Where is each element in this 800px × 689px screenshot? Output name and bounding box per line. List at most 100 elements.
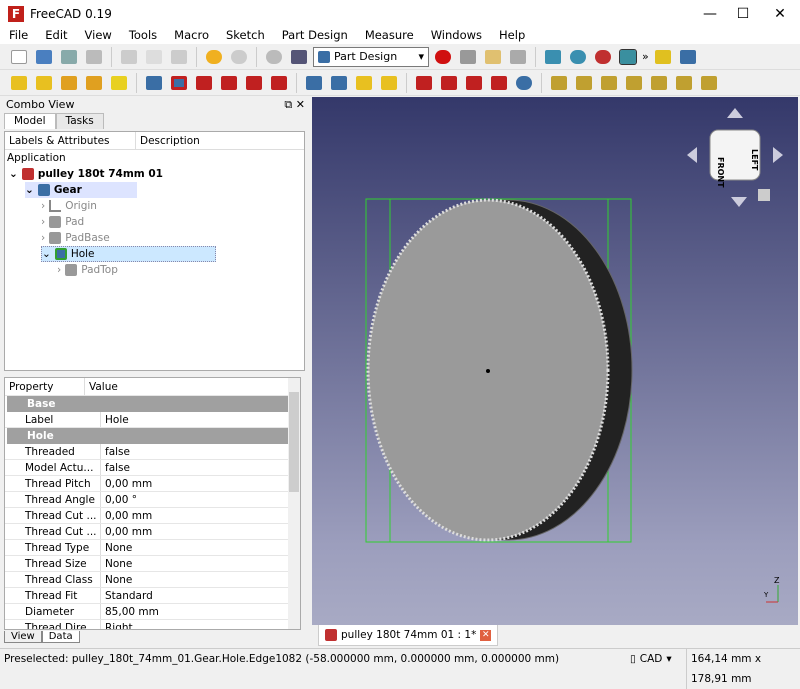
pocket-button[interactable] [143, 72, 165, 94]
menu-tools[interactable]: Tools [120, 28, 165, 44]
tree-document[interactable]: ⌄ pulley 180t 74mm 01 [9, 166, 163, 182]
measure-linear-button[interactable] [573, 72, 595, 94]
tree-item-padtop[interactable]: › PadTop [57, 262, 118, 278]
property-value[interactable]: 0,00 mm [101, 476, 152, 491]
menu-sketch[interactable]: Sketch [217, 28, 273, 44]
revolution-button[interactable] [33, 72, 55, 94]
save-button[interactable] [58, 46, 80, 68]
measure-clear-button[interactable] [623, 72, 645, 94]
navcube-arrow-left-icon[interactable] [687, 147, 697, 163]
property-value[interactable]: 85,00 mm [101, 604, 159, 619]
property-value[interactable]: None [101, 556, 132, 571]
menu-macro[interactable]: Macro [165, 28, 217, 44]
macro-stop-button[interactable] [457, 46, 479, 68]
hole-button[interactable] [168, 72, 190, 94]
linear-pattern-button[interactable] [328, 72, 350, 94]
view-isometric-button[interactable] [617, 46, 639, 68]
property-row[interactable]: Thread Angle 0,00 ° [5, 492, 288, 508]
subtractive-pipe-button[interactable] [243, 72, 265, 94]
menu-measure[interactable]: Measure [356, 28, 422, 44]
property-row[interactable]: Diameter 85,00 mm [5, 604, 288, 620]
close-button[interactable]: ✕ [762, 0, 798, 28]
undo-button[interactable] [203, 46, 225, 68]
open-button[interactable] [33, 46, 55, 68]
additive-loft-button[interactable] [58, 72, 80, 94]
property-value[interactable]: false [101, 460, 130, 475]
macro-edit-button[interactable] [482, 46, 504, 68]
subtractive-primitive-button[interactable] [268, 72, 290, 94]
chamfer-button[interactable] [438, 72, 460, 94]
menu-edit[interactable]: Edit [36, 28, 75, 44]
fillet-button[interactable] [413, 72, 435, 94]
navcube-menu-icon[interactable] [758, 189, 770, 201]
measure-toggle-button[interactable] [648, 72, 670, 94]
property-value[interactable]: None [101, 572, 132, 587]
property-row[interactable]: Thread Size None [5, 556, 288, 572]
mirrored-button[interactable] [303, 72, 325, 94]
tree-item-pad[interactable]: › Pad [41, 214, 84, 230]
property-row[interactable]: Thread Type None [5, 540, 288, 556]
menu-help[interactable]: Help [490, 28, 533, 44]
property-row[interactable]: Thread Dire... Right [5, 620, 288, 629]
paste-button[interactable] [168, 46, 190, 68]
navigation-cube[interactable]: FRONT LEFT [687, 108, 783, 207]
fit-selection-button[interactable] [567, 46, 589, 68]
refresh-button[interactable] [263, 46, 285, 68]
3d-viewport[interactable]: FRONT LEFT ZY [312, 97, 798, 625]
property-value[interactable]: 0,00 mm [101, 524, 152, 539]
close-tab-icon[interactable]: ✕ [480, 629, 492, 641]
pad-button[interactable] [8, 72, 30, 94]
menu-part-design[interactable]: Part Design [273, 28, 356, 44]
redo-button[interactable] [228, 46, 250, 68]
tree-item-origin[interactable]: › Origin [41, 198, 97, 214]
draft-button[interactable] [463, 72, 485, 94]
property-value[interactable]: Hole [101, 412, 129, 427]
measure-3d-button[interactable] [673, 72, 695, 94]
property-row[interactable]: Thread Cut ... 0,00 mm [5, 508, 288, 524]
new-button[interactable] [8, 46, 30, 68]
group-base[interactable]: Base [7, 396, 288, 412]
property-scrollbar[interactable] [288, 378, 300, 629]
tab-model[interactable]: Model [4, 113, 56, 129]
document-tab[interactable]: pulley 180t 74mm 01 : 1* ✕ [318, 625, 499, 646]
navcube-arrow-up-icon[interactable] [727, 108, 743, 118]
navigation-style-selector[interactable]: ▯ CAD ▾ [630, 649, 672, 669]
thickness-button[interactable] [488, 72, 510, 94]
menu-windows[interactable]: Windows [422, 28, 490, 44]
measure-button[interactable] [548, 72, 570, 94]
property-row[interactable]: Threaded false [5, 444, 288, 460]
property-value[interactable]: Right [101, 620, 133, 629]
tab-data[interactable]: Data [41, 631, 80, 643]
additive-primitive-button[interactable] [108, 72, 130, 94]
group-hole[interactable]: Hole [7, 428, 288, 444]
property-row[interactable]: Model Actu... false [5, 460, 288, 476]
property-row[interactable]: Label Hole [5, 412, 288, 428]
body-button[interactable] [677, 46, 699, 68]
copy-button[interactable] [143, 46, 165, 68]
property-value[interactable]: 0,00 ° [101, 492, 137, 507]
tab-view[interactable]: View [4, 631, 42, 643]
tree-body-gear[interactable]: ⌄ Gear [25, 182, 137, 198]
measure-angular-button[interactable] [598, 72, 620, 94]
boolean-button[interactable] [513, 72, 535, 94]
macro-record-button[interactable] [432, 46, 454, 68]
tree-item-hole[interactable]: ⌄ Hole [41, 246, 216, 262]
property-value[interactable]: 0,00 mm [101, 508, 152, 523]
navcube-arrow-down-icon[interactable] [731, 197, 747, 207]
property-row[interactable]: Thread Fit Standard [5, 588, 288, 604]
maximize-button[interactable]: ☐ [725, 0, 761, 28]
menu-file[interactable]: File [0, 28, 36, 44]
toolbar-overflow[interactable]: » [642, 50, 649, 63]
minimize-button[interactable]: — [692, 0, 728, 28]
whats-this-button[interactable] [288, 46, 310, 68]
property-row[interactable]: Thread Pitch 0,00 mm [5, 476, 288, 492]
print-button[interactable] [83, 46, 105, 68]
scrollbar-thumb[interactable] [289, 392, 299, 492]
polar-pattern-button[interactable] [353, 72, 375, 94]
navcube-arrow-right-icon[interactable] [773, 147, 783, 163]
tab-tasks[interactable]: Tasks [55, 113, 104, 129]
part-button[interactable] [652, 46, 674, 68]
property-value[interactable]: false [101, 444, 130, 459]
property-row[interactable]: Thread Class None [5, 572, 288, 588]
tree-item-padbase[interactable]: › PadBase [41, 230, 110, 246]
